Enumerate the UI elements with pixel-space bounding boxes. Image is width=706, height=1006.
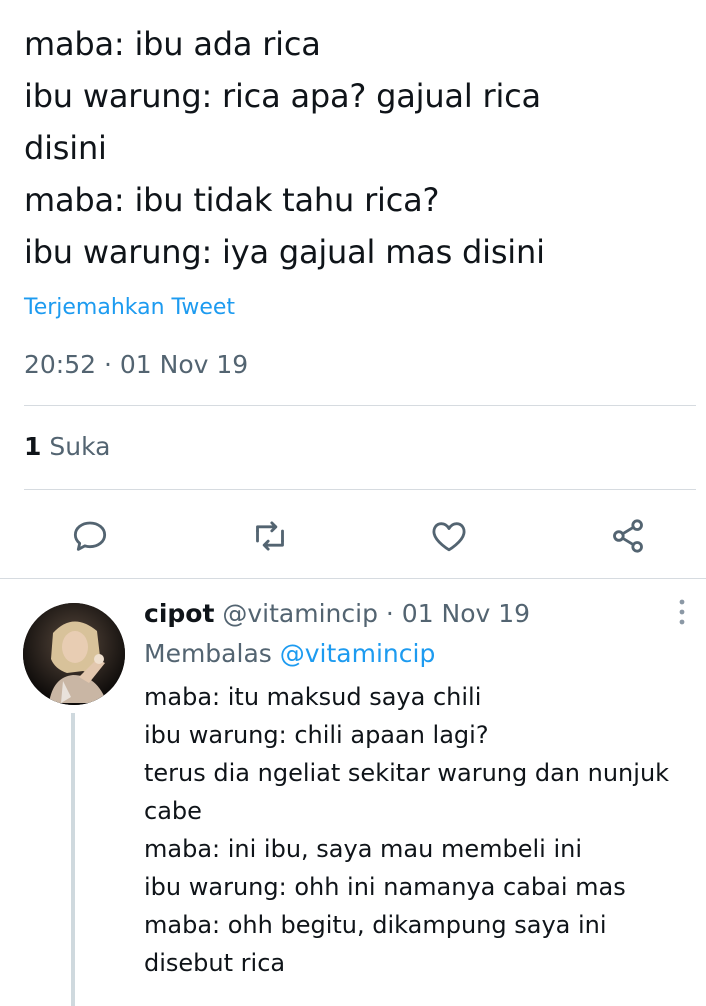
likes-summary[interactable]: 1 Suka bbox=[24, 430, 110, 464]
reply-header: cipot @vitamincip · 01 Nov 19 bbox=[144, 596, 530, 632]
like-button[interactable] bbox=[423, 510, 475, 562]
tweet-text-line: ibu warung: iya gajual mas disini bbox=[24, 233, 545, 271]
share-button[interactable] bbox=[602, 510, 654, 562]
reply-text-line: maba: ohh begitu, dikampung saya ini bbox=[144, 911, 607, 939]
more-options-button[interactable] bbox=[668, 597, 696, 627]
heart-icon bbox=[432, 522, 466, 552]
share-icon bbox=[613, 519, 643, 553]
replying-to: Membalas @vitamincip bbox=[144, 636, 435, 672]
tweet-text-line: maba: ibu tidak tahu rica? bbox=[24, 181, 440, 219]
thread-line bbox=[71, 713, 75, 1006]
translate-tweet-link[interactable]: Terjemahkan Tweet bbox=[24, 293, 235, 323]
tweet-text-line: ibu warung: rica apa? gajual rica bbox=[24, 77, 541, 115]
avatar-photo bbox=[23, 603, 125, 705]
tweet-text: maba: ibu ada rica ibu warung: rica apa?… bbox=[24, 18, 684, 278]
more-vertical-icon bbox=[679, 599, 685, 625]
retweet-icon bbox=[256, 521, 284, 551]
likes-label: Suka bbox=[49, 432, 111, 461]
reply-text-line: ibu warung: ohh ini namanya cabai mas bbox=[144, 873, 626, 901]
tweet-text-line: maba: ibu ada rica bbox=[24, 25, 321, 63]
reply-handle-date[interactable]: @vitamincip · 01 Nov 19 bbox=[222, 599, 530, 628]
avatar[interactable] bbox=[23, 603, 125, 705]
reply-tweet[interactable]: cipot @vitamincip · 01 Nov 19 Membalas @… bbox=[0, 579, 706, 1006]
divider bbox=[24, 489, 696, 490]
likes-count: 1 bbox=[24, 432, 42, 461]
reply-text: maba: itu maksud saya chili ibu warung: … bbox=[144, 678, 689, 982]
replying-to-mention[interactable]: @vitamincip bbox=[280, 639, 436, 668]
reply-button[interactable] bbox=[64, 510, 116, 562]
reply-icon bbox=[73, 521, 107, 551]
reply-text-line: terus dia ngeliat sekitar warung dan nun… bbox=[144, 759, 670, 787]
reply-text-line: disebut rica bbox=[144, 949, 286, 977]
reply-text-line: maba: ini ibu, saya mau membeli ini bbox=[144, 835, 582, 863]
reply-text-line: cabe bbox=[144, 797, 202, 825]
tweet-text-line: disini bbox=[24, 129, 107, 167]
reply-text-line: ibu warung: chili apaan lagi? bbox=[144, 721, 489, 749]
divider bbox=[24, 405, 696, 406]
tweet-actions-bar bbox=[0, 510, 706, 562]
tweet-timestamp[interactable]: 20:52 · 01 Nov 19 bbox=[24, 348, 248, 382]
retweet-button[interactable] bbox=[244, 510, 296, 562]
replying-to-label: Membalas bbox=[144, 639, 272, 668]
reply-text-line: maba: itu maksud saya chili bbox=[144, 683, 482, 711]
reply-display-name[interactable]: cipot bbox=[144, 599, 214, 628]
